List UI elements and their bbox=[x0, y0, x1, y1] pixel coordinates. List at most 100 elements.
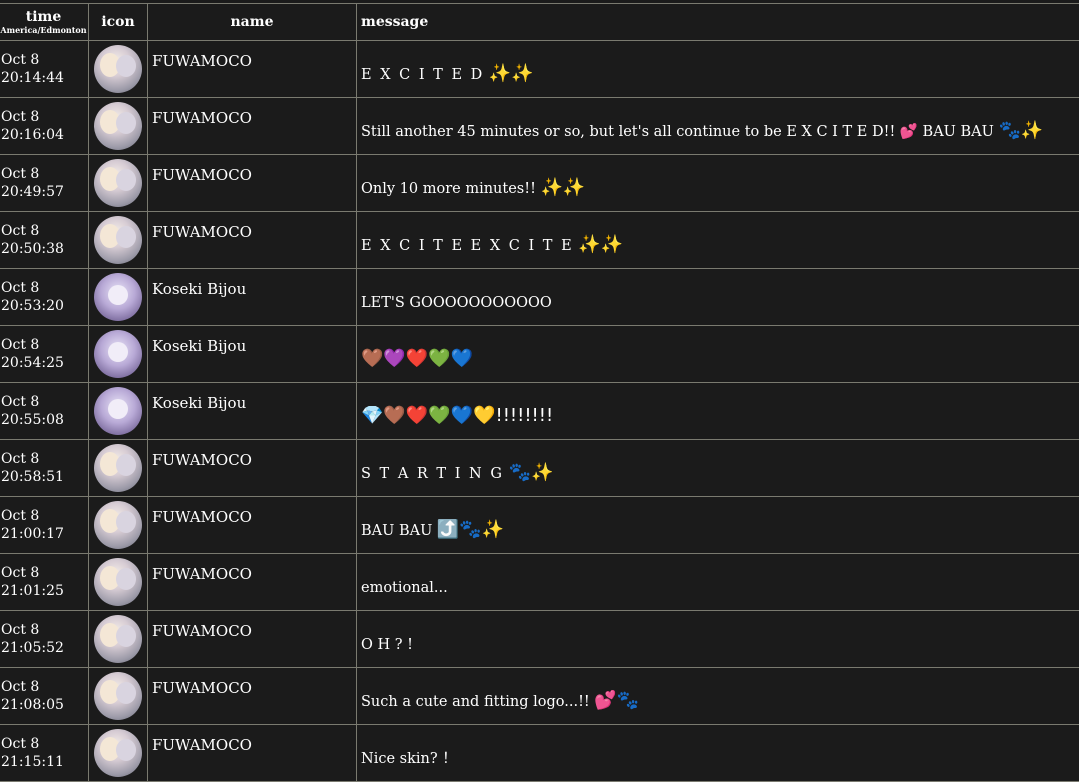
message-date: Oct 8 bbox=[1, 108, 88, 126]
fuwamoco-avatar[interactable] bbox=[94, 102, 142, 150]
message-time: 20:49:57 bbox=[1, 183, 88, 201]
message-emoji: ✨✨ bbox=[489, 63, 534, 84]
chat-log-table: time America/Edmonton icon name message … bbox=[0, 3, 1079, 782]
message-content: S T A R T I N G 🐾✨ bbox=[361, 462, 1079, 483]
message-text: E X C I T E E X C I T E bbox=[361, 238, 574, 254]
table-row: Oct 820:50:38FUWAMOCOE X C I T E E X C I… bbox=[0, 212, 1079, 269]
table-row: Oct 820:55:08 Koseki Bijou💎🤎❤️💚💙💛!!!!!!!! bbox=[0, 383, 1079, 440]
author-cell: FUWAMOCO bbox=[148, 668, 357, 725]
bijou-avatar[interactable] bbox=[94, 330, 142, 378]
message-time: 20:53:20 bbox=[1, 297, 88, 315]
author-name: FUWAMOCO bbox=[152, 109, 356, 127]
timestamp-cell: Oct 820:55:08 bbox=[0, 383, 89, 440]
message-column-header[interactable]: message bbox=[357, 4, 1079, 41]
message-date: Oct 8 bbox=[1, 51, 88, 69]
avatar-cell bbox=[89, 668, 148, 725]
message-time: 21:15:11 bbox=[1, 753, 88, 771]
timestamp-cell: Oct 820:49:57 bbox=[0, 155, 89, 212]
fuwamoco-avatar[interactable] bbox=[94, 45, 142, 93]
table-row: Oct 820:53:20Koseki BijouLET'S GOOOOOOOO… bbox=[0, 269, 1079, 326]
message-date: Oct 8 bbox=[1, 450, 88, 468]
message-cell: S T A R T I N G 🐾✨ bbox=[357, 440, 1079, 497]
message-text: Only 10 more minutes!! bbox=[361, 181, 536, 197]
author-cell: FUWAMOCO bbox=[148, 155, 357, 212]
message-cell: O H ? ! bbox=[357, 611, 1079, 668]
fuwamoco-avatar[interactable] bbox=[94, 444, 142, 492]
fuwamoco-avatar[interactable] bbox=[94, 501, 142, 549]
author-cell: FUWAMOCO bbox=[148, 41, 357, 98]
message-text: O H ? ! bbox=[361, 637, 413, 653]
message-emoji: ⤴️🐾✨ bbox=[437, 519, 504, 540]
fuwamoco-avatar[interactable] bbox=[94, 558, 142, 606]
author-name: FUWAMOCO bbox=[152, 166, 356, 184]
avatar-cell bbox=[89, 41, 148, 98]
message-time: 20:14:44 bbox=[1, 69, 88, 87]
message-text: E X C I T E D bbox=[361, 67, 484, 83]
avatar-cell bbox=[89, 98, 148, 155]
message-text: S T A R T I N G bbox=[361, 466, 504, 482]
avatar-cell bbox=[89, 725, 148, 782]
message-emoji: 💎🤎❤️💚💙💛!!!!!!!! bbox=[361, 405, 553, 426]
author-cell: FUWAMOCO bbox=[148, 611, 357, 668]
timestamp-cell: Oct 820:14:44 bbox=[0, 41, 89, 98]
bijou-avatar[interactable] bbox=[94, 273, 142, 321]
message-cell: E X C I T E D ✨✨ bbox=[357, 41, 1079, 98]
timestamp-cell: Oct 820:53:20 bbox=[0, 269, 89, 326]
timestamp-cell: Oct 820:54:25 bbox=[0, 326, 89, 383]
message-text: Such a cute and fitting logo...!! bbox=[361, 694, 590, 710]
icon-column-header[interactable]: icon bbox=[89, 4, 148, 41]
fuwamoco-avatar[interactable] bbox=[94, 216, 142, 264]
chat-rows: Oct 820:14:44FUWAMOCOE X C I T E D ✨✨Oct… bbox=[0, 41, 1079, 782]
message-cell: 🤎💜❤️💚💙 bbox=[357, 326, 1079, 383]
message-date: Oct 8 bbox=[1, 735, 88, 753]
message-cell: Nice skin? ！ bbox=[357, 725, 1079, 782]
author-name: Koseki Bijou bbox=[152, 337, 356, 355]
fuwamoco-avatar[interactable] bbox=[94, 672, 142, 720]
timestamp-cell: Oct 820:50:38 bbox=[0, 212, 89, 269]
author-cell: FUWAMOCO bbox=[148, 554, 357, 611]
bijou-avatar[interactable] bbox=[94, 387, 142, 435]
author-cell: Koseki Bijou bbox=[148, 383, 357, 440]
fuwamoco-avatar[interactable] bbox=[94, 729, 142, 777]
message-date: Oct 8 bbox=[1, 222, 88, 240]
name-column-header[interactable]: name bbox=[148, 4, 357, 41]
table-row: Oct 821:01:25 FUWAMOCOemotional... bbox=[0, 554, 1079, 611]
message-content: 💎🤎❤️💚💙💛!!!!!!!! bbox=[361, 405, 1079, 426]
message-time: 20:54:25 bbox=[1, 354, 88, 372]
message-cell: Such a cute and fitting logo...!! 💕🐾 bbox=[357, 668, 1079, 725]
message-date: Oct 8 bbox=[1, 336, 88, 354]
message-cell: E X C I T E E X C I T E ✨✨ bbox=[357, 212, 1079, 269]
table-row: Oct 821:08:05 FUWAMOCOSuch a cute and fit… bbox=[0, 668, 1079, 725]
time-column-header[interactable]: time America/Edmonton bbox=[0, 4, 89, 41]
message-date: Oct 8 bbox=[1, 165, 88, 183]
timestamp-cell: Oct 821:08:05 bbox=[0, 668, 89, 725]
table-row: Oct 821:05:52FUWAMOCOO H ? ! bbox=[0, 611, 1079, 668]
message-emoji: ✨✨ bbox=[578, 234, 623, 255]
message-text: BAU BAU bbox=[361, 523, 432, 539]
avatar-cell bbox=[89, 383, 148, 440]
author-cell: FUWAMOCO bbox=[148, 98, 357, 155]
message-time: 20:16:04 bbox=[1, 126, 88, 144]
author-name: FUWAMOCO bbox=[152, 52, 356, 70]
author-name: FUWAMOCO bbox=[152, 451, 356, 469]
message-content: O H ? ! bbox=[361, 633, 1079, 654]
timestamp-cell: Oct 821:01:25 bbox=[0, 554, 89, 611]
avatar-cell bbox=[89, 155, 148, 212]
timestamp-cell: Oct 820:58:51 bbox=[0, 440, 89, 497]
timezone-label: America/Edmonton bbox=[0, 25, 88, 35]
fuwamoco-avatar[interactable] bbox=[94, 615, 142, 663]
message-content: Still another 45 minutes or so, but let'… bbox=[361, 120, 1079, 141]
message-cell: emotional... bbox=[357, 554, 1079, 611]
table-row: Oct 820:49:57 FUWAMOCO Only 10 more minute… bbox=[0, 155, 1079, 212]
message-time: 21:00:17 bbox=[1, 525, 88, 543]
author-name: FUWAMOCO bbox=[152, 223, 356, 241]
author-name: FUWAMOCO bbox=[152, 736, 356, 754]
message-emoji: ✨✨ bbox=[541, 177, 586, 198]
fuwamoco-avatar[interactable] bbox=[94, 159, 142, 207]
message-date: Oct 8 bbox=[1, 393, 88, 411]
message-emoji: 💕🐾 bbox=[594, 690, 639, 711]
avatar-cell bbox=[89, 611, 148, 668]
message-cell: LET'S GOOOOOOOOOOO bbox=[357, 269, 1079, 326]
message-content: E X C I T E D ✨✨ bbox=[361, 63, 1079, 84]
message-cell: Still another 45 minutes or so, but let'… bbox=[357, 98, 1079, 155]
